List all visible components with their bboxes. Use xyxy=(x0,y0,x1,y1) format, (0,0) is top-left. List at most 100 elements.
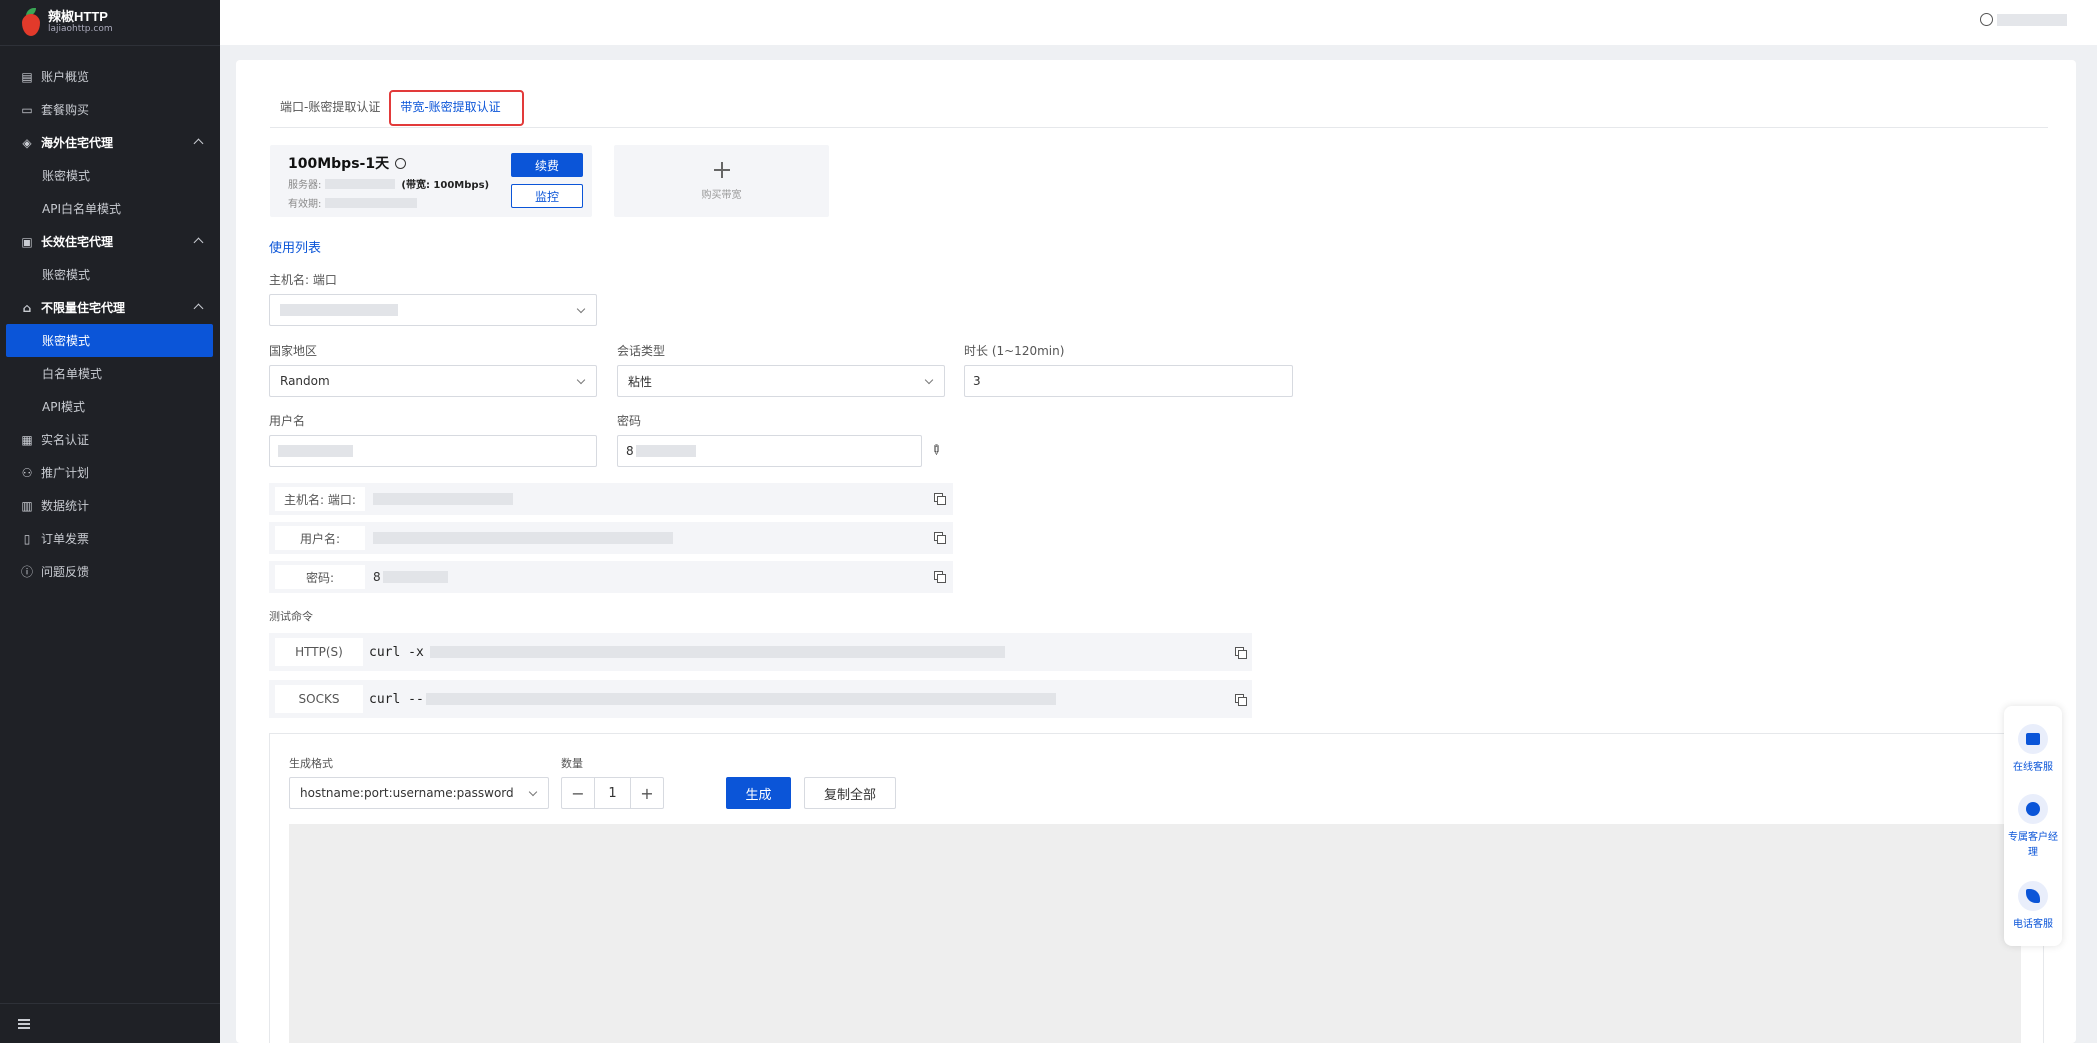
sidebar-item-label: 账密模式 xyxy=(42,169,91,183)
chevron-down-icon xyxy=(528,787,538,797)
tab-highlight-box xyxy=(389,90,524,126)
copy-icon[interactable] xyxy=(934,571,946,583)
sidebar-item-unlimited-account[interactable]: 账密模式 xyxy=(6,324,213,357)
sidebar-item-label: 账密模式 xyxy=(42,334,91,348)
info-host-key: 主机名: 端口: xyxy=(275,487,365,511)
account-manager-label: 专属客户经理 xyxy=(2008,832,2058,858)
password-value: 8 xyxy=(626,444,634,458)
cmd-http-val: curl -x xyxy=(369,645,1005,660)
password-input[interactable]: 8 xyxy=(617,435,922,467)
brand-subtitle: lajiaohttp.com xyxy=(48,23,113,34)
loading-circle-icon xyxy=(395,158,407,169)
decrement-button[interactable]: − xyxy=(562,778,594,808)
password-redacted xyxy=(635,445,696,457)
plan-expiry-row: 有效期: xyxy=(288,195,418,210)
format-label: 生成格式 xyxy=(289,757,333,770)
user-name-redacted xyxy=(1997,13,2067,26)
menu-icon xyxy=(18,1018,30,1029)
sidebar-group-long-term[interactable]: ▣ 长效住宅代理 xyxy=(0,225,220,258)
sidebar-item-referral[interactable]: ⚇ 推广计划 xyxy=(0,456,220,489)
renew-button[interactable]: 续费 xyxy=(511,153,583,177)
username-input[interactable] xyxy=(269,435,597,467)
sidebar-item-residential-api[interactable]: API白名单模式 xyxy=(0,192,220,225)
sidebar-item-label: 实名认证 xyxy=(41,433,90,447)
increment-button[interactable]: + xyxy=(631,778,663,808)
sidebar-item-unlimited-api[interactable]: API模式 xyxy=(0,390,220,423)
sidebar-item-label: 数据统计 xyxy=(41,499,90,513)
sidebar-collapse[interactable] xyxy=(0,1003,220,1043)
user-icon xyxy=(1980,13,1993,26)
sidebar-item-statistics[interactable]: ▥ 数据统计 xyxy=(0,489,220,522)
info-user-key: 用户名: xyxy=(275,526,365,550)
generated-output-area[interactable] xyxy=(289,824,2021,1043)
chili-logo-icon xyxy=(20,7,42,38)
phone-support-button[interactable]: 电话客服 xyxy=(2004,881,2062,930)
username-redacted xyxy=(278,445,353,457)
copy-all-button[interactable]: 复制全部 xyxy=(804,777,896,809)
sidebar-group-residential[interactable]: ◈ 海外住宅代理 xyxy=(0,126,220,159)
generate-button[interactable]: 生成 xyxy=(726,777,791,809)
bandwidth-value: (带宽: 100Mbps) xyxy=(401,180,490,191)
chevron-down-icon xyxy=(924,375,934,385)
sidebar-item-verification[interactable]: ▦ 实名认证 xyxy=(0,423,220,456)
cmd-http-key: HTTP(S) xyxy=(275,638,363,666)
monitor-button[interactable]: 监控 xyxy=(511,184,583,208)
plan-card: 100Mbps-1天 服务器: (带宽: 100Mbps) 有效期: 续费 监控 xyxy=(270,145,592,217)
usage-list-link[interactable]: 使用列表 xyxy=(269,237,321,256)
server-redacted xyxy=(325,178,396,189)
sidebar-item-invoice[interactable]: ▯ 订单发票 xyxy=(0,522,220,555)
duration-label: 时长 (1~120min) xyxy=(964,344,1065,358)
unlimited-proxy-icon: ⌂ xyxy=(22,300,32,315)
sidebar-item-feedback[interactable]: ⓘ 问题反馈 xyxy=(0,555,220,588)
copy-icon[interactable] xyxy=(934,493,946,505)
sidebar-item-label: API白名单模式 xyxy=(42,202,121,216)
quantity-value[interactable]: 1 xyxy=(594,778,631,808)
residential-proxy-icon: ◈ xyxy=(22,135,32,150)
tab-port-auth[interactable]: 端口-账密提取认证 xyxy=(270,98,390,127)
sidebar-item-label: 套餐购买 xyxy=(41,103,90,117)
chevron-up-icon xyxy=(193,237,204,248)
info-host-val xyxy=(373,493,513,505)
sidebar-item-account-overview[interactable]: ▤ 账户概览 xyxy=(0,60,220,93)
country-select[interactable]: Random xyxy=(269,365,597,397)
sidebar-item-long-term-account[interactable]: 账密模式 xyxy=(0,258,220,291)
online-support-button[interactable]: 在线客服 xyxy=(2004,724,2062,773)
sidebar-item-label: 不限量住宅代理 xyxy=(41,301,126,315)
sidebar-item-label: 问题反馈 xyxy=(41,565,90,579)
quantity-stepper: − 1 + xyxy=(561,777,664,809)
sidebar: 辣椒HTTP lajiaohttp.com ▤ 账户概览 ▭ 套餐购买 ◈ 海外… xyxy=(0,0,220,1043)
manager-icon xyxy=(2018,794,2048,824)
account-overview-icon: ▤ xyxy=(21,69,33,84)
sidebar-item-label: API模式 xyxy=(42,400,85,414)
buy-bandwidth-card[interactable]: 购买带宽 xyxy=(614,145,829,217)
phone-support-label: 电话客服 xyxy=(2013,919,2053,930)
sidebar-item-residential-account[interactable]: 账密模式 xyxy=(0,159,220,192)
sidebar-item-label: 订单发票 xyxy=(41,532,90,546)
tab-bar: 端口-账密提取认证 带宽-账密提取认证 xyxy=(270,90,2048,128)
logo[interactable]: 辣椒HTTP lajiaohttp.com xyxy=(0,0,220,46)
info-row-username: 用户名: xyxy=(269,522,953,554)
session-select[interactable]: 粘性 xyxy=(617,365,945,397)
sidebar-item-label: 白名单模式 xyxy=(42,367,103,381)
copy-icon[interactable] xyxy=(934,532,946,544)
chevron-up-icon xyxy=(193,138,204,149)
duration-input[interactable]: 3 xyxy=(964,365,1293,397)
referral-icon: ⚇ xyxy=(21,465,33,480)
account-manager-button[interactable]: 专属客户经理 xyxy=(2004,794,2062,858)
plus-icon xyxy=(714,162,730,178)
format-select[interactable]: hostname:port:username:password xyxy=(289,777,549,809)
host-port-select[interactable] xyxy=(269,294,597,326)
sidebar-group-unlimited[interactable]: ⌂ 不限量住宅代理 xyxy=(0,291,220,324)
cmd-socks-val: curl -- xyxy=(369,692,1056,707)
copy-icon[interactable] xyxy=(1235,647,1247,659)
sidebar-item-label: 账密模式 xyxy=(42,268,91,282)
copy-icon[interactable] xyxy=(1235,694,1247,706)
info-user-val xyxy=(373,532,673,544)
sidebar-item-package[interactable]: ▭ 套餐购买 xyxy=(0,93,220,126)
chevron-down-icon xyxy=(576,375,586,385)
invoice-icon: ▯ xyxy=(23,531,31,546)
sidebar-item-unlimited-whitelist[interactable]: 白名单模式 xyxy=(0,357,220,390)
sidebar-item-label: 长效住宅代理 xyxy=(41,235,114,249)
user-menu[interactable] xyxy=(1980,13,2067,26)
chart-icon: ▥ xyxy=(21,498,33,513)
